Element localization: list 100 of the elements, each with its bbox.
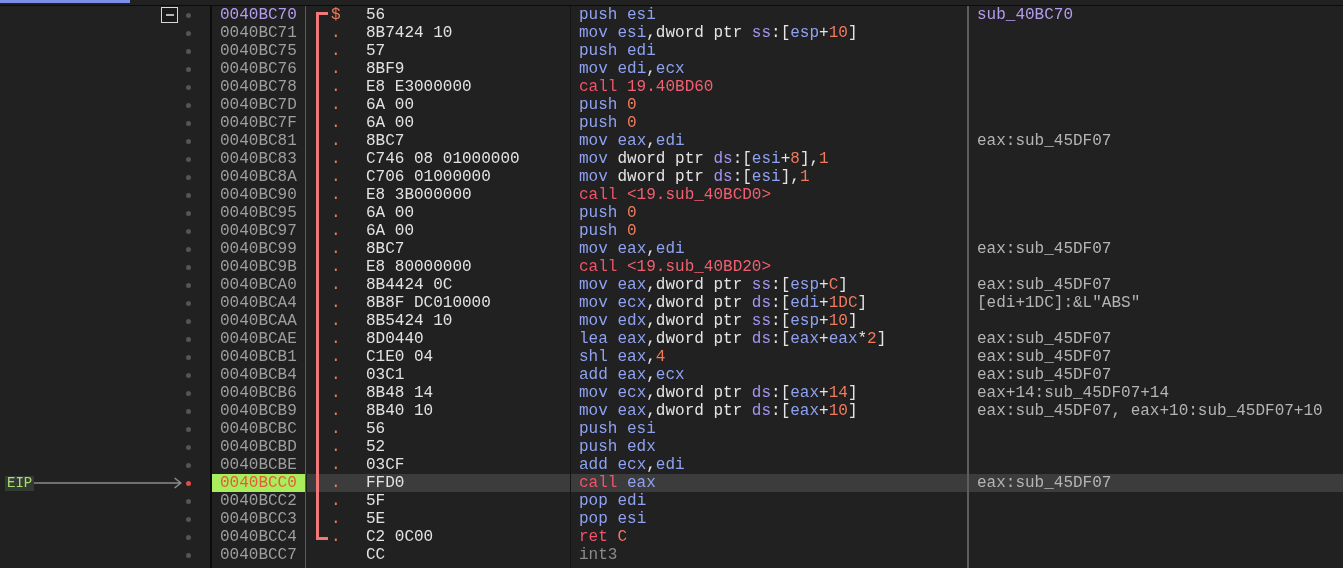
gutter-dot[interactable] bbox=[186, 228, 191, 234]
bytes-cell: E8 3B000000 bbox=[366, 186, 472, 204]
bytes-cell: 52 bbox=[366, 438, 386, 456]
instruction-cell: push 0 bbox=[579, 96, 637, 114]
bytes-cell: 56 bbox=[366, 6, 386, 24]
gutter-dot[interactable] bbox=[186, 174, 191, 180]
bytes-cell: 6A 00 bbox=[366, 204, 414, 222]
bytes-cell: 8B4424 0C bbox=[366, 276, 453, 294]
marker-symbol: . bbox=[331, 276, 341, 294]
gutter-dot[interactable] bbox=[186, 336, 191, 342]
address-cell-text: 0040BCAA bbox=[219, 312, 298, 330]
gutter-dot[interactable] bbox=[186, 12, 191, 18]
gutter-dot[interactable] bbox=[186, 300, 191, 306]
gutter-dot[interactable] bbox=[186, 444, 191, 450]
address-cell-text: 0040BC97 bbox=[219, 222, 298, 240]
bytes-cell: CC bbox=[366, 546, 386, 564]
address-cell-text: 0040BC81 bbox=[219, 132, 298, 150]
instruction-cell: mov eax,dword ptr ds:[eax+10] bbox=[579, 402, 858, 420]
arrow-icon bbox=[34, 477, 183, 489]
comment-cell: sub_40BC70 bbox=[977, 6, 1073, 24]
collapse-button[interactable] bbox=[161, 7, 178, 23]
gutter-dot[interactable] bbox=[186, 120, 191, 126]
bytes-cell: 6A 00 bbox=[366, 96, 414, 114]
gutter-dot[interactable] bbox=[186, 84, 191, 90]
instruction-cell: pop esi bbox=[579, 510, 647, 528]
bytes-cell: 8BF9 bbox=[366, 60, 405, 78]
instruction-cell: call <19.sub_40BCD0> bbox=[579, 186, 772, 204]
gutter-dot[interactable] bbox=[186, 156, 191, 162]
address-cell-text: 0040BCC2 bbox=[219, 492, 298, 510]
bytes-cell: 6A 00 bbox=[366, 222, 414, 240]
gutter-dot[interactable] bbox=[186, 462, 191, 468]
gutter-dot[interactable] bbox=[186, 138, 191, 144]
gutter-dot[interactable] bbox=[186, 210, 191, 216]
bytes-cell: 8B5424 10 bbox=[366, 312, 453, 330]
gutter-dot[interactable] bbox=[186, 534, 191, 540]
address-cell-text: 0040BCB9 bbox=[219, 402, 298, 420]
gutter-dot[interactable] bbox=[186, 426, 191, 432]
bytes-cell: 8D0440 bbox=[366, 330, 424, 348]
instruction-cell: mov ecx,dword ptr ds:[eax+14] bbox=[579, 384, 858, 402]
gutter-dot[interactable] bbox=[186, 408, 191, 414]
address-cell-text: 0040BC75 bbox=[219, 42, 298, 60]
bytes-cell: C706 01000000 bbox=[366, 168, 491, 186]
instruction-cell: mov edx,dword ptr ss:[esp+10] bbox=[579, 312, 858, 330]
gutter-dot[interactable] bbox=[186, 102, 191, 108]
gutter-dot[interactable] bbox=[186, 192, 191, 198]
address-cell-text: 0040BC7F bbox=[219, 114, 298, 132]
marker-symbol: . bbox=[331, 150, 341, 168]
gutter-dot[interactable] bbox=[186, 30, 191, 36]
gutter-dot[interactable] bbox=[186, 372, 191, 378]
comment-cell: eax:sub_45DF07 bbox=[977, 132, 1112, 150]
bytes-cell: C746 08 01000000 bbox=[366, 150, 520, 168]
comment-cell: [edi+1DC]:&L"ABS" bbox=[977, 294, 1141, 312]
instruction-cell: mov eax,edi bbox=[579, 132, 685, 150]
address-cell: 0040BCC0 bbox=[212, 474, 306, 492]
marker-symbol: . bbox=[331, 24, 341, 42]
instruction-cell: ret C bbox=[579, 528, 628, 546]
comment-cell: eax:sub_45DF07 bbox=[977, 240, 1112, 258]
address-cell-text: 0040BCB1 bbox=[219, 348, 298, 366]
comment-cell: eax:sub_45DF07 bbox=[977, 348, 1112, 366]
marker-symbol: . bbox=[331, 456, 341, 474]
marker-symbol: . bbox=[331, 420, 341, 438]
gutter-dot[interactable] bbox=[186, 246, 191, 252]
gutter-dot[interactable] bbox=[186, 48, 191, 54]
comment-cell: eax:sub_45DF07 bbox=[977, 330, 1112, 348]
bytes-cell: 5E bbox=[366, 510, 386, 528]
bytes-cell: 8B48 14 bbox=[366, 384, 434, 402]
instruction-cell: push edx bbox=[579, 438, 656, 456]
gutter-dot[interactable] bbox=[186, 354, 191, 360]
bytes-cell: FFD0 bbox=[366, 474, 405, 492]
instruction-cell: mov edi,ecx bbox=[579, 60, 685, 78]
instruction-cell: call 19.40BD60 bbox=[579, 78, 714, 96]
instruction-cell: add eax,ecx bbox=[579, 366, 685, 384]
address-cell-text: 0040BCBD bbox=[219, 438, 298, 456]
gutter-dot[interactable] bbox=[186, 516, 191, 522]
marker-symbol: . bbox=[331, 510, 341, 528]
marker-symbol: . bbox=[331, 96, 341, 114]
instruction-cell: mov ecx,dword ptr ds:[edi+1DC] bbox=[579, 294, 868, 312]
marker-symbol: $ bbox=[331, 6, 341, 24]
instruction-cell: lea eax,dword ptr ds:[eax+eax*2] bbox=[579, 330, 887, 348]
comment-cell: eax+14:sub_45DF07+14 bbox=[977, 384, 1170, 402]
gutter-dot[interactable] bbox=[186, 66, 191, 72]
gutter-dot[interactable] bbox=[186, 318, 191, 324]
gutter-dot[interactable] bbox=[186, 282, 191, 288]
bytes-cell: C2 0C00 bbox=[366, 528, 434, 546]
instruction-cell: int3 bbox=[579, 546, 618, 564]
gutter-dot[interactable] bbox=[186, 498, 191, 504]
gutter-dot[interactable] bbox=[186, 390, 191, 396]
gutter-dot[interactable] bbox=[186, 552, 191, 558]
marker-symbol: . bbox=[331, 240, 341, 258]
instruction-cell: call eax bbox=[579, 474, 656, 492]
bytes-cell: 6A 00 bbox=[366, 114, 414, 132]
address-cell-text: 0040BCC3 bbox=[219, 510, 298, 528]
gutter-dot[interactable] bbox=[186, 480, 191, 486]
marker-symbol: . bbox=[331, 132, 341, 150]
marker-symbol: . bbox=[331, 402, 341, 420]
gutter-dot[interactable] bbox=[186, 264, 191, 270]
marker-symbol: . bbox=[331, 42, 341, 60]
address-cell-text: 0040BC95 bbox=[219, 204, 298, 222]
instruction-cell: add ecx,edi bbox=[579, 456, 685, 474]
instruction-cell: shl eax,4 bbox=[579, 348, 666, 366]
